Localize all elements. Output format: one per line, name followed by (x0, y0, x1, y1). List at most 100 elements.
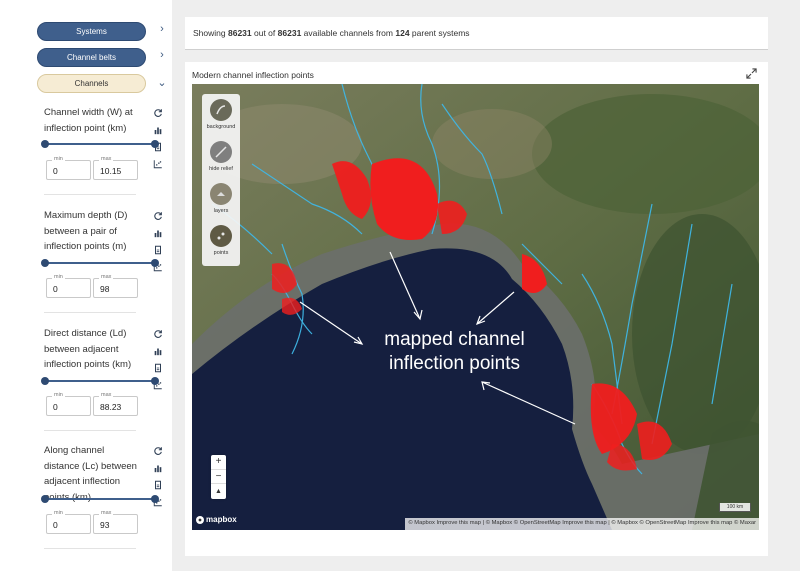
histogram-icon[interactable] (153, 343, 163, 356)
control-background[interactable]: background (202, 99, 240, 130)
export-icon[interactable] (153, 360, 163, 373)
scatter-icon[interactable] (153, 156, 163, 169)
input-value: 93 (100, 520, 110, 530)
input-caption: max (99, 510, 114, 516)
zoom-in-button[interactable]: + (211, 455, 226, 470)
max-input[interactable]: max 10.15 (93, 156, 138, 180)
parent-count: 124 (395, 28, 410, 38)
chevron-right-icon[interactable]: › (157, 23, 167, 35)
map-annotation: mapped channel inflection points (384, 329, 525, 374)
nav-label: Channels (74, 79, 109, 88)
range-slider[interactable] (41, 494, 159, 504)
input-caption: min (52, 156, 65, 162)
zoom-out-button[interactable]: − (211, 470, 226, 485)
sidebar: Systems › Channel belts › Channels ⌄ Cha… (0, 0, 172, 571)
input-caption: min (52, 392, 65, 398)
mapbox-logo[interactable]: mapbox (196, 515, 237, 524)
input-caption: min (52, 510, 65, 516)
scale-bar: 100 km (719, 503, 751, 512)
min-input[interactable]: min 0 (46, 274, 91, 298)
control-layers[interactable]: layers (202, 183, 240, 214)
filter-label: Maximum depth (D) between a pair of infl… (44, 210, 128, 252)
nav-channel-belts-button[interactable]: Channel belts (37, 48, 146, 67)
chevron-down-icon[interactable]: ⌄ (157, 76, 167, 89)
filter-label: Channel width (W) at inflection point (k… (44, 107, 133, 134)
summary-middle: out of (254, 28, 276, 38)
summary-card: Showing 86231 out of 86231 available cha… (185, 17, 768, 50)
reset-icon[interactable] (153, 105, 163, 117)
control-label: background (206, 124, 236, 130)
input-value: 0 (53, 402, 58, 412)
input-value: 0 (53, 520, 58, 530)
slider-thumb-min[interactable] (41, 140, 49, 148)
min-input[interactable]: min 0 (46, 392, 91, 416)
range-slider[interactable] (41, 139, 159, 149)
control-hide-relief[interactable]: hide relief (202, 141, 240, 172)
compass-icon[interactable]: ▲ (211, 484, 226, 499)
input-value: 88.23 (100, 402, 122, 412)
nav-label: Channel belts (67, 53, 116, 62)
input-caption: max (99, 156, 114, 162)
map-controls-panel: background hide relief layers points (202, 94, 240, 266)
slider-thumb-max[interactable] (151, 140, 159, 148)
summary-prefix: Showing (193, 28, 226, 38)
filter-channel-width: Channel width (W) at inflection point (k… (44, 105, 168, 136)
divider (44, 430, 136, 431)
min-input[interactable]: min 0 (46, 156, 91, 180)
layers-icon (210, 183, 232, 205)
reset-icon[interactable] (153, 326, 163, 338)
max-input[interactable]: max 88.23 (93, 392, 138, 416)
map-attribution[interactable]: © Mapbox Improve this map | © Mapbox © O… (405, 518, 759, 530)
mapbox-logo-text: mapbox (206, 515, 237, 524)
filter-max-depth: Maximum depth (D) between a pair of infl… (44, 208, 168, 255)
input-value: 0 (53, 284, 58, 294)
control-points[interactable]: points (202, 225, 240, 256)
input-value: 10.15 (100, 166, 122, 176)
summary-text: Showing 86231 out of 86231 available cha… (193, 28, 470, 38)
slider-thumb-max[interactable] (151, 259, 159, 267)
input-caption: max (99, 274, 114, 280)
nav-channels-button[interactable]: Channels (37, 74, 146, 93)
map-view[interactable]: mapped channel inflection points backgro… (192, 84, 759, 530)
range-slider[interactable] (41, 258, 159, 268)
zoom-controls: + − ▲ (211, 455, 226, 499)
max-input[interactable]: max 98 (93, 274, 138, 298)
reset-icon[interactable] (153, 443, 163, 455)
slider-thumb-min[interactable] (41, 495, 49, 503)
summary-suffix: parent systems (411, 28, 470, 38)
range-slider[interactable] (41, 376, 159, 386)
chevron-right-icon[interactable]: › (157, 49, 167, 61)
filter-direct-distance: Direct distance (Ld) between adjacent in… (44, 326, 168, 373)
expand-icon[interactable] (746, 68, 757, 79)
histogram-icon[interactable] (153, 122, 163, 135)
histogram-icon[interactable] (153, 225, 163, 238)
reset-icon[interactable] (153, 208, 163, 220)
divider (44, 312, 136, 313)
export-icon[interactable] (153, 477, 163, 490)
mapbox-icon (196, 515, 204, 524)
control-label: hide relief (209, 166, 233, 172)
background-icon (210, 99, 232, 121)
divider (44, 194, 136, 195)
control-label: layers (213, 208, 229, 214)
slider-thumb-max[interactable] (151, 377, 159, 385)
map-imagery (192, 84, 759, 530)
max-input[interactable]: max 93 (93, 510, 138, 534)
main-panel: Showing 86231 out of 86231 available cha… (172, 0, 800, 571)
map-card: Modern channel inflection points mapped … (185, 62, 768, 556)
slider-thumb-max[interactable] (151, 495, 159, 503)
control-label: points (213, 250, 229, 256)
nav-systems-button[interactable]: Systems (37, 22, 146, 41)
input-value: 98 (100, 284, 110, 294)
summary-middle2: available channels from (303, 28, 393, 38)
input-caption: min (52, 274, 65, 280)
export-icon[interactable] (153, 242, 163, 255)
histogram-icon[interactable] (153, 460, 163, 473)
slider-thumb-min[interactable] (41, 259, 49, 267)
min-input[interactable]: min 0 (46, 510, 91, 534)
filter-label: Direct distance (Ld) between adjacent in… (44, 328, 132, 370)
nav-label: Systems (76, 27, 107, 36)
slider-thumb-min[interactable] (41, 377, 49, 385)
input-caption: max (99, 392, 114, 398)
divider (44, 548, 136, 549)
